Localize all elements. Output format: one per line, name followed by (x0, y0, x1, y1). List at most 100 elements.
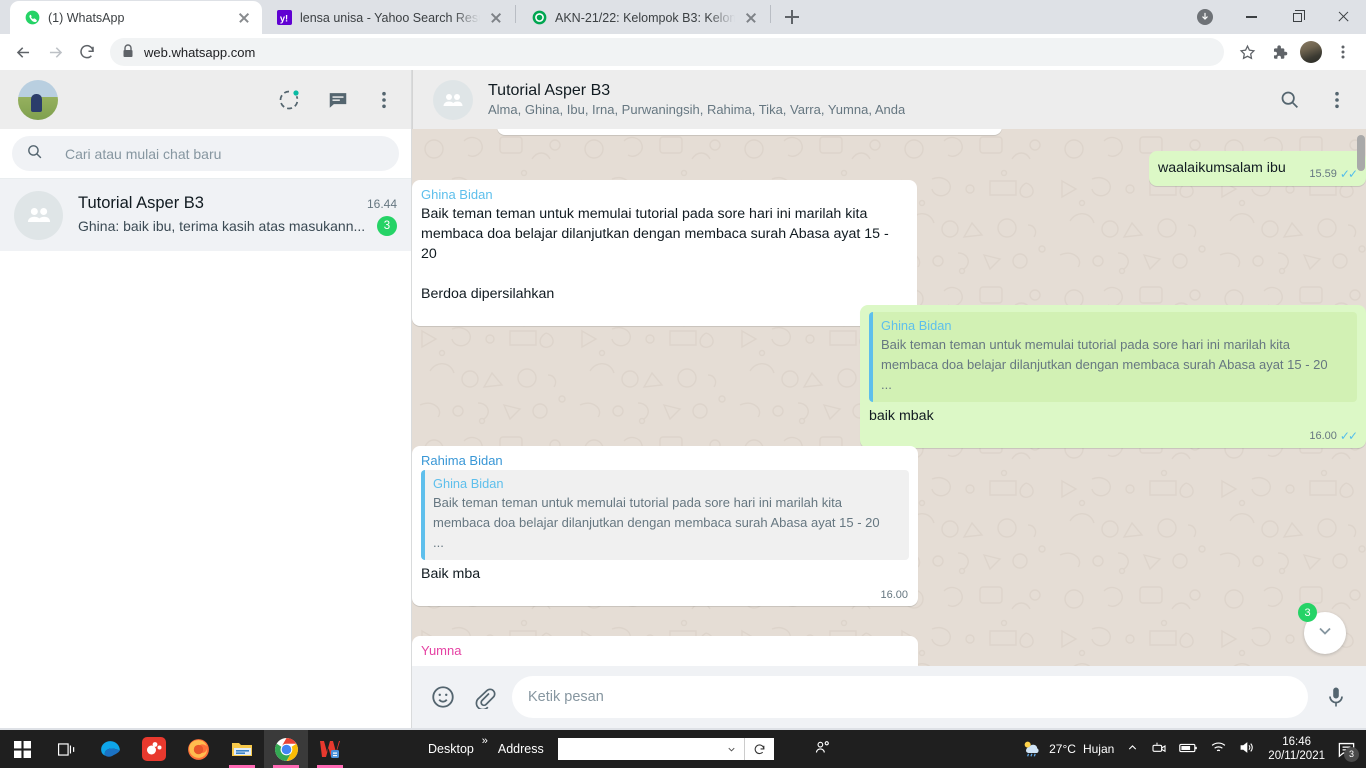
message-bubble-incoming-quoted[interactable]: Rahima Bidan Ghina Bidan Baik teman tema… (412, 446, 918, 606)
message-list: ... waalaikumsalam ibu 15.59 ✓✓ Ghina Bi… (412, 129, 1366, 666)
quoted-message[interactable]: Ghina Bidan Baik teman teman untuk memul… (869, 312, 1357, 402)
paperclip-icon[interactable] (472, 685, 496, 709)
quoted-sender: Ghina Bidan (881, 318, 952, 333)
people-icon[interactable] (814, 739, 831, 759)
new-tab-button[interactable] (778, 3, 806, 31)
browser-tab-moodle[interactable]: AKN-21/22: Kelompok B3: Kelom (517, 1, 769, 34)
weather-temperature: 27°C (1049, 742, 1076, 756)
chat-scrollbar[interactable] (1356, 129, 1366, 666)
message-bubble-outgoing-quoted[interactable]: Ghina Bidan Baik teman teman untuk memul… (860, 305, 1366, 448)
user-avatar[interactable] (18, 79, 58, 120)
status-icon[interactable] (277, 88, 301, 112)
message-placeholder: Ketik pesan (528, 689, 604, 705)
taskbar-app-gom-player[interactable] (132, 730, 176, 768)
taskbar-app-wps-office[interactable] (308, 730, 352, 768)
menu-icon[interactable] (375, 91, 393, 109)
browser-window: (1) WhatsApp y! lensa unisa - Yahoo Sear… (0, 0, 1366, 730)
taskbar-app-chrome[interactable] (264, 730, 308, 768)
message-text: Baik mba (421, 566, 481, 582)
message-input[interactable]: Ketik pesan (512, 676, 1308, 718)
desktop-label: Desktop (428, 742, 474, 756)
message-bubble-incoming-partial[interactable]: Yumna (412, 636, 918, 666)
maximize-button[interactable] (1274, 0, 1320, 34)
quoted-message[interactable]: Ghina Bidan Baik teman teman untuk memul… (421, 470, 909, 560)
avatar[interactable] (1296, 37, 1326, 67)
desktop-toolbar[interactable]: Desktop » (428, 735, 488, 756)
whatsapp-icon (24, 10, 40, 26)
close-window-button[interactable] (1320, 0, 1366, 34)
three-dot-menu-icon[interactable] (1328, 91, 1346, 109)
tab-title: AKN-21/22: Kelompok B3: Kelom (555, 10, 735, 25)
chevron-down-icon (1315, 621, 1335, 646)
task-view-icon[interactable] (44, 730, 88, 768)
volume-icon[interactable] (1239, 740, 1256, 758)
microphone-icon[interactable] (1324, 685, 1348, 709)
message-bubble-incoming[interactable]: Ghina Bidan Baik teman teman untuk memul… (412, 180, 917, 326)
star-icon[interactable] (1232, 37, 1262, 67)
quoted-text: Baik teman teman untuk memulai tutorial … (433, 495, 880, 550)
address-toolbar-input[interactable] (557, 738, 744, 760)
message-text: baik mbak (869, 408, 934, 424)
whatsapp-app: Cari atau mulai chat baru Tutorial Asper… (0, 70, 1366, 728)
group-avatar[interactable] (433, 79, 473, 120)
unread-badge: 3 (377, 216, 397, 236)
close-icon[interactable] (743, 10, 759, 26)
clock-time: 16:46 (1282, 736, 1312, 748)
wifi-icon[interactable] (1210, 740, 1227, 758)
sidebar-search-area: Cari atau mulai chat baru (0, 129, 411, 179)
download-icon[interactable] (1182, 0, 1228, 34)
yahoo-icon: y! (276, 10, 292, 26)
reload-icon[interactable] (72, 37, 102, 67)
moodle-icon (531, 10, 547, 26)
browser-tab-whatsapp[interactable]: (1) WhatsApp (10, 1, 262, 34)
search-input[interactable]: Cari atau mulai chat baru (12, 136, 399, 171)
page-title: Tutorial Asper B3 (488, 82, 611, 99)
message-text: Baik teman teman untuk memulai tutorial … (421, 206, 889, 302)
message-sender: Rahima Bidan (421, 453, 503, 468)
url-text: web.whatsapp.com (144, 44, 256, 60)
unread-badge: 3 (1298, 603, 1317, 622)
show-hidden-icons-icon[interactable] (1126, 741, 1139, 757)
scroll-to-bottom-button[interactable]: 3 (1298, 603, 1346, 654)
refresh-icon[interactable] (743, 738, 774, 760)
tab-title: lensa unisa - Yahoo Search Result (300, 10, 480, 25)
address-bar[interactable]: web.whatsapp.com (110, 38, 1224, 66)
system-tray: 27°C Hujan 16:46 20/11/2021 3 (1020, 735, 1366, 763)
quoted-sender: Ghina Bidan (433, 476, 504, 491)
windows-start-icon[interactable] (0, 730, 44, 768)
browser-tab-yahoo[interactable]: y! lensa unisa - Yahoo Search Result (262, 1, 514, 34)
weather-widget[interactable]: 27°C Hujan (1020, 738, 1114, 761)
emoji-icon[interactable] (430, 684, 456, 710)
close-icon[interactable] (236, 10, 252, 26)
close-icon[interactable] (488, 10, 504, 26)
chat-header[interactable]: Tutorial Asper B3 Alma, Ghina, Ibu, Irna… (412, 70, 1366, 129)
window-controls (1182, 0, 1366, 34)
taskbar-app-firefox[interactable] (176, 730, 220, 768)
windows-taskbar: Desktop » Address 27°C Hujan 16:46 20/11… (0, 730, 1366, 768)
chat-list-item-tutorial-asper-b3[interactable]: Tutorial Asper B3 16.44 Ghina: baik ibu,… (0, 179, 411, 251)
forward-arrow-icon[interactable] (40, 37, 70, 67)
new-chat-icon[interactable] (327, 89, 349, 111)
read-receipt-icon: ✓✓ (1339, 429, 1358, 443)
taskbar-app-file-explorer[interactable] (220, 730, 264, 768)
back-arrow-icon[interactable] (8, 37, 38, 67)
taskbar-app-edge[interactable] (88, 730, 132, 768)
address-toolbar-label: Address (497, 742, 544, 756)
search-icon[interactable] (1279, 89, 1300, 110)
three-dot-menu-icon[interactable] (1328, 37, 1358, 67)
camera-icon[interactable] (1151, 740, 1167, 759)
message-bubble-outgoing[interactable]: waalaikumsalam ibu 15.59 ✓✓ (1149, 151, 1366, 186)
minimize-button[interactable] (1228, 0, 1274, 34)
puzzle-icon[interactable] (1264, 37, 1294, 67)
message-timestamp: 15.59 ✓✓ (1309, 167, 1358, 181)
chevron-double-right-icon[interactable]: » (482, 735, 488, 747)
svg-text:y!: y! (279, 13, 287, 23)
taskbar-clock[interactable]: 16:46 20/11/2021 (1268, 735, 1325, 763)
battery-icon[interactable] (1179, 741, 1198, 758)
notifications-icon[interactable]: 3 (1337, 740, 1359, 762)
rain-cloud-icon (1020, 738, 1042, 761)
scrollbar-thumb[interactable] (1357, 135, 1365, 171)
message-sender: Yumna (421, 643, 462, 658)
tab-title: (1) WhatsApp (48, 10, 125, 25)
message-bubble-partial-top[interactable]: ... (497, 129, 1002, 135)
